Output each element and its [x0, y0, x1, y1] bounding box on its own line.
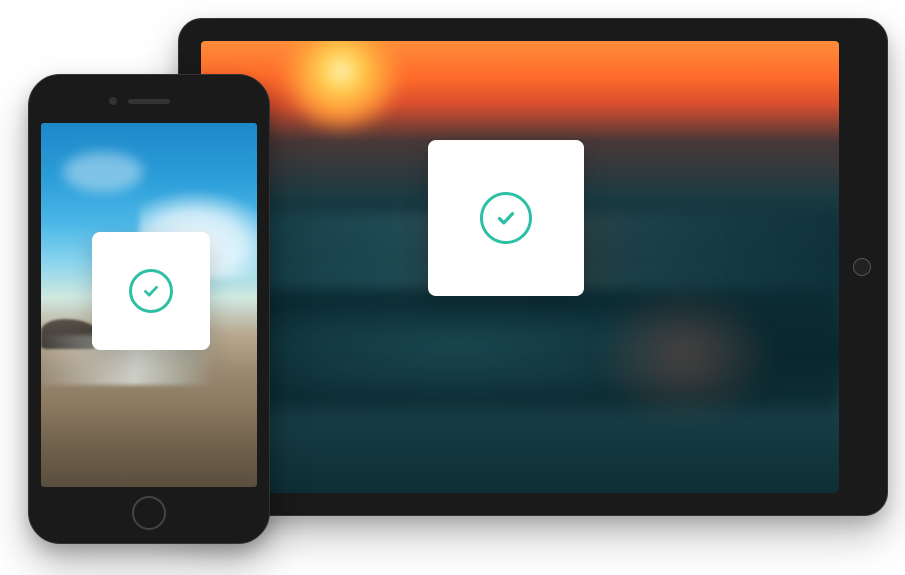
tablet-home-button[interactable] [853, 258, 871, 276]
phone-camera [109, 97, 117, 105]
phone-speaker [128, 99, 170, 104]
phone-wallpaper-cloud [63, 152, 143, 192]
tablet-wallpaper-sun [281, 41, 401, 131]
phone-home-button[interactable] [132, 496, 166, 530]
checkmark-circle-icon [129, 269, 173, 313]
tablet-wallpaper-highlight [595, 285, 775, 425]
phone-success-card [92, 232, 210, 350]
tablet-success-card [428, 140, 584, 296]
checkmark-circle-icon [480, 192, 532, 244]
